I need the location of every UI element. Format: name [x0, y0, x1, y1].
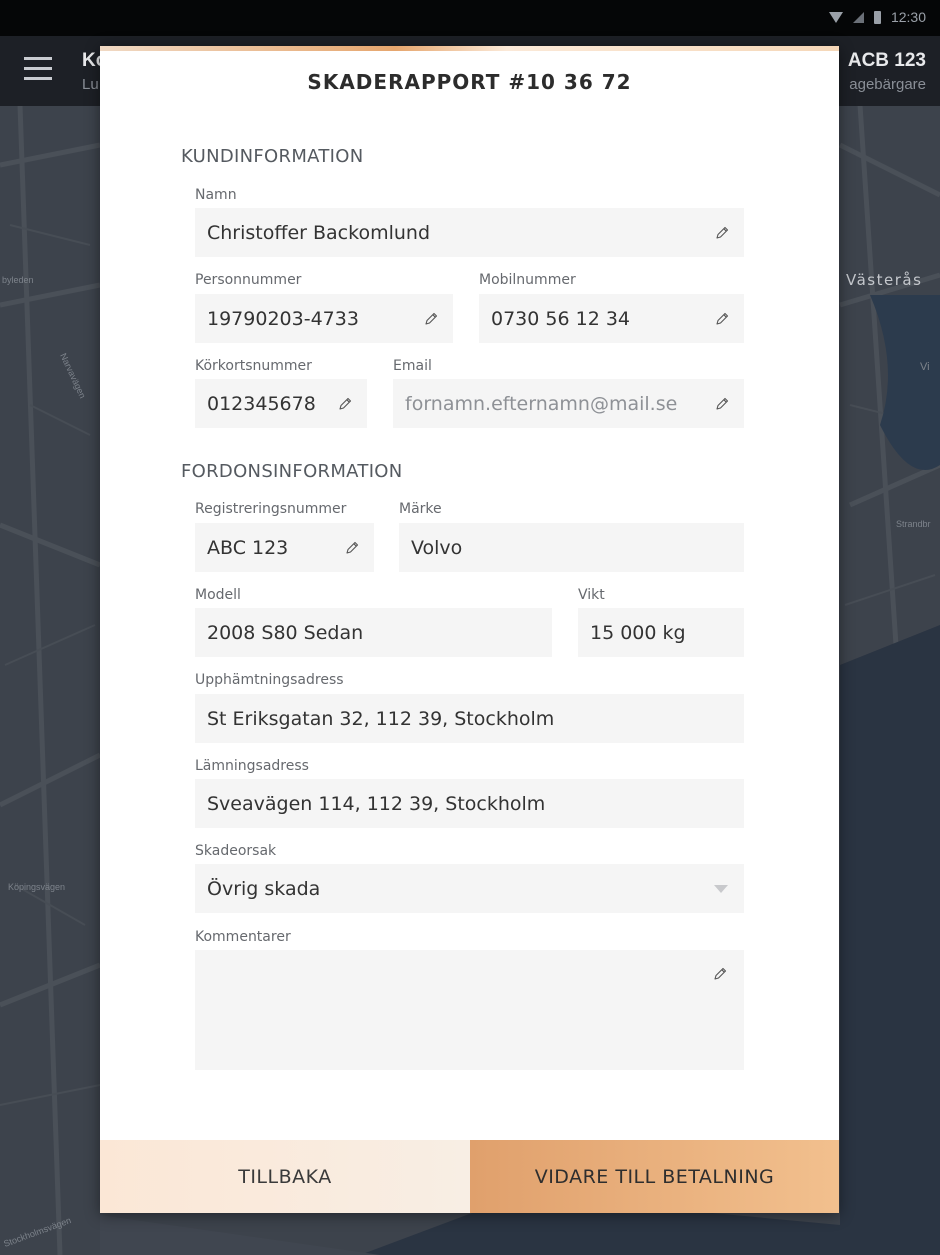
pickup-label: Upphämtningsadress	[195, 672, 344, 688]
pencil-icon[interactable]	[712, 309, 732, 329]
svg-text:Narvavägen: Narvavägen	[58, 352, 88, 400]
mobile-field[interactable]: 0730 56 12 34	[479, 294, 744, 343]
license-field[interactable]: 012345678	[195, 379, 367, 428]
make-field[interactable]: Volvo	[399, 523, 744, 572]
registration-field[interactable]: ABC 123	[195, 523, 374, 572]
damage-report-dialog: SKADERAPPORT #10 36 72 KUNDINFORMATION N…	[100, 46, 839, 1213]
pickup-value: St Eriksgatan 32, 112 39, Stockholm	[207, 707, 555, 730]
pickup-address-field[interactable]: St Eriksgatan 32, 112 39, Stockholm	[195, 694, 744, 743]
pencil-icon[interactable]	[342, 538, 362, 558]
svg-text:byleden: byleden	[2, 275, 34, 285]
dropoff-label: Lämningsadress	[195, 758, 309, 774]
svg-text:Strandbr: Strandbr	[896, 519, 931, 529]
svg-text:Köpingsvägen: Köpingsvägen	[8, 882, 65, 892]
personnummer-label: Personnummer	[195, 272, 302, 288]
personnummer-value: 19790203-4733	[207, 307, 359, 330]
vehicle-plate: ACB 123	[847, 50, 926, 71]
model-label: Modell	[195, 587, 241, 603]
customer-section-title: KUNDINFORMATION	[181, 146, 364, 167]
make-value: Volvo	[411, 536, 463, 559]
license-label: Körkortsnummer	[195, 358, 312, 374]
registration-value: ABC 123	[207, 536, 289, 559]
dropoff-address-field[interactable]: Sveavägen 114, 112 39, Stockholm	[195, 779, 744, 828]
name-label: Namn	[195, 187, 237, 203]
dropoff-value: Sveavägen 114, 112 39, Stockholm	[207, 792, 546, 815]
continue-to-payment-button[interactable]: VIDARE TILL BETALNING	[470, 1140, 839, 1213]
comments-textarea[interactable]	[195, 950, 744, 1070]
svg-text:Vi: Vi	[920, 361, 930, 373]
vehicle-section-title: FORDONSINFORMATION	[181, 461, 403, 482]
pencil-icon[interactable]	[710, 964, 730, 984]
pencil-icon[interactable]	[335, 394, 355, 414]
damage-cause-select[interactable]: Övrig skada	[195, 864, 744, 913]
hamburger-icon[interactable]	[24, 57, 52, 81]
email-label: Email	[393, 358, 432, 374]
vehicle-info: ACB 123 agebärgare	[848, 50, 926, 93]
pencil-icon[interactable]	[421, 309, 441, 329]
weight-label: Vikt	[578, 587, 605, 603]
svg-text:Västerås: Västerås	[846, 271, 922, 289]
app-subtitle: Lu	[82, 76, 99, 93]
battery-icon	[873, 10, 881, 24]
cause-label: Skadeorsak	[195, 843, 277, 859]
weight-value: 15 000 kg	[590, 621, 686, 644]
cause-value: Övrig skada	[207, 877, 321, 900]
back-button[interactable]: TILLBAKA	[100, 1140, 470, 1213]
registration-label: Registreringsnummer	[195, 501, 347, 517]
wifi-icon	[828, 11, 843, 23]
personnummer-field[interactable]: 19790203-4733	[195, 294, 453, 343]
status-bar: 12:30	[0, 0, 940, 36]
email-value: fornamn.efternamn@mail.se	[405, 392, 678, 415]
pencil-icon[interactable]	[712, 223, 732, 243]
dialog-accent-bar	[100, 46, 839, 51]
model-field[interactable]: 2008 S80 Sedan	[195, 608, 552, 657]
mobile-value: 0730 56 12 34	[491, 307, 631, 330]
make-label: Märke	[399, 501, 442, 517]
comments-label: Kommentarer	[195, 929, 291, 945]
name-field[interactable]: Christoffer Backomlund	[195, 208, 744, 257]
dropdown-arrow-icon[interactable]	[714, 884, 728, 893]
mobile-label: Mobilnummer	[479, 272, 576, 288]
name-value: Christoffer Backomlund	[207, 221, 431, 244]
signal-icon	[852, 11, 864, 23]
status-time: 12:30	[890, 9, 926, 25]
dialog-title: SKADERAPPORT #10 36 72	[307, 70, 632, 94]
user-role: agebärgare	[849, 76, 926, 93]
email-field[interactable]: fornamn.efternamn@mail.se	[393, 379, 744, 428]
model-value: 2008 S80 Sedan	[207, 621, 364, 644]
license-value: 012345678	[207, 392, 316, 415]
weight-field[interactable]: 15 000 kg	[578, 608, 744, 657]
pencil-icon[interactable]	[712, 394, 732, 414]
